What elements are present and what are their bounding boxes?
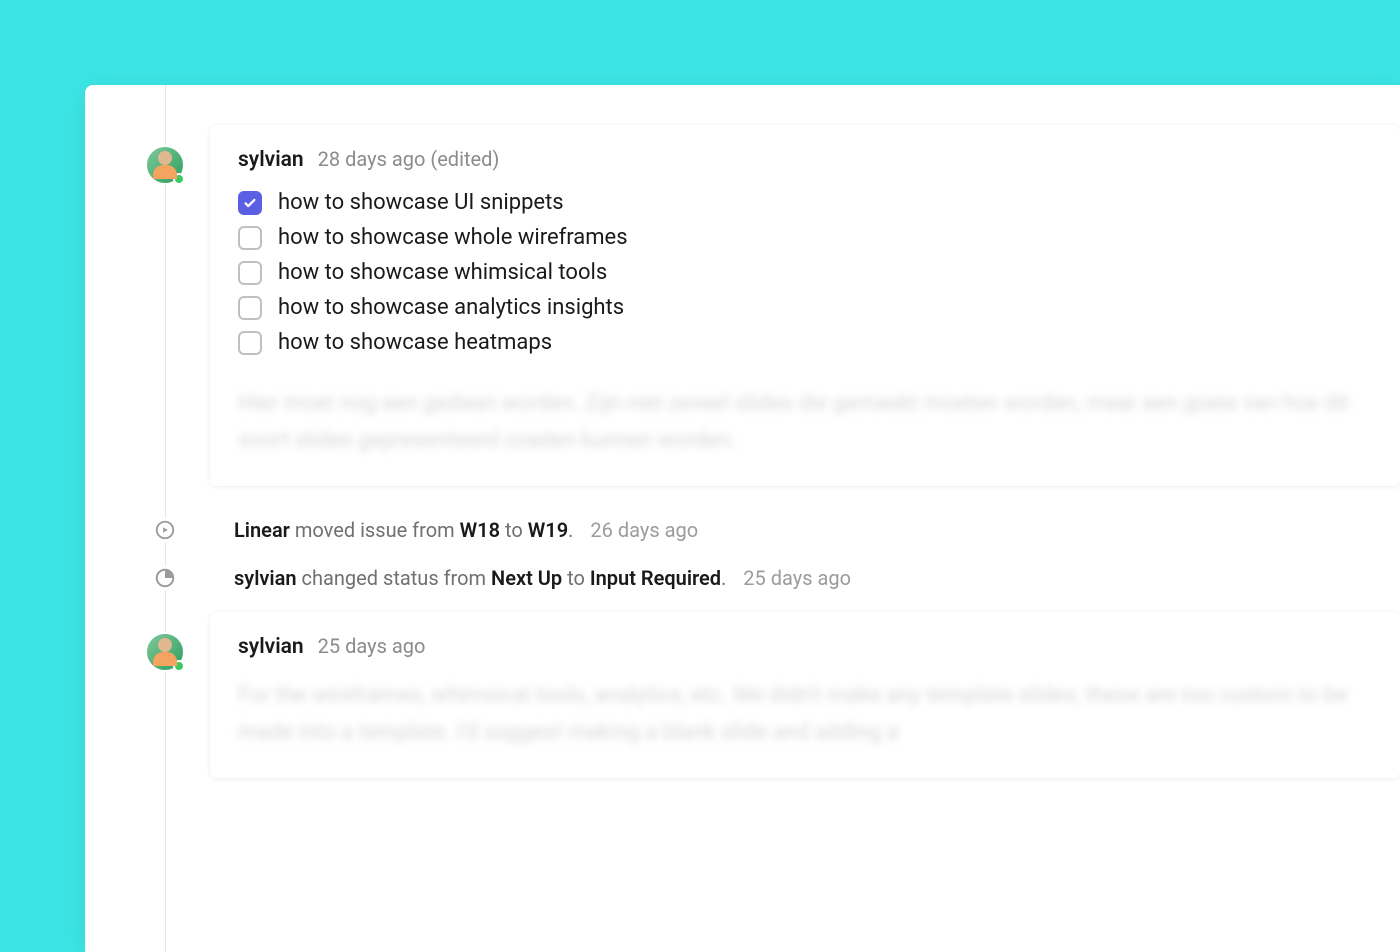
activity-verb: changed status from xyxy=(302,566,487,590)
comment-header: sylvian 25 days ago xyxy=(238,634,1372,659)
avatar[interactable] xyxy=(145,632,185,672)
comment-row: sylvian 28 days ago (edited) how to show… xyxy=(85,125,1400,486)
checkbox[interactable] xyxy=(238,191,262,215)
checklist-label: how to showcase whole wireframes xyxy=(278,225,628,250)
app-window: sylvian 28 days ago (edited) how to show… xyxy=(85,85,1400,952)
comment-row: sylvian 25 days ago For the wireframes, … xyxy=(85,612,1400,778)
checklist-label: how to showcase UI snippets xyxy=(278,190,564,215)
checklist-label: how to showcase heatmaps xyxy=(278,330,552,355)
checklist-item: how to showcase UI snippets xyxy=(238,190,1372,215)
activity-to-prefix: to xyxy=(505,518,523,542)
checklist-label: how to showcase whimsical tools xyxy=(278,260,607,285)
activity-actor[interactable]: sylvian xyxy=(234,566,297,590)
avatar[interactable] xyxy=(145,145,185,185)
comment-header: sylvian 28 days ago (edited) xyxy=(238,147,1372,172)
activity-row: Linear moved issue from W18 to W19. 26 d… xyxy=(153,506,1400,554)
checklist-label: how to showcase analytics insights xyxy=(278,295,624,320)
checklist-item: how to showcase heatmaps xyxy=(238,330,1372,355)
checklist-item: how to showcase whimsical tools xyxy=(238,260,1372,285)
checkbox[interactable] xyxy=(238,261,262,285)
comment-author[interactable]: sylvian xyxy=(238,635,304,659)
activity-text: sylvian changed status from Next Up to I… xyxy=(234,566,851,590)
activity-feed: sylvian 28 days ago (edited) how to show… xyxy=(85,85,1400,778)
checklist: how to showcase UI snippets how to showc… xyxy=(238,190,1372,355)
checkbox[interactable] xyxy=(238,296,262,320)
activity-to: W19 xyxy=(528,518,568,542)
comment-author[interactable]: sylvian xyxy=(238,148,304,172)
activity-from: Next Up xyxy=(491,566,562,590)
cycle-icon xyxy=(153,518,177,542)
comment-timestamp: 28 days ago (edited) xyxy=(318,147,500,171)
checkbox[interactable] xyxy=(238,331,262,355)
comment-card: sylvian 28 days ago (edited) how to show… xyxy=(210,125,1400,486)
activity-to: Input Required xyxy=(590,566,721,590)
comment-body-blurred: For the wireframes, whimsical tools, ana… xyxy=(238,677,1372,752)
activity-text: Linear moved issue from W18 to W19. 26 d… xyxy=(234,518,698,542)
activity-row: sylvian changed status from Next Up to I… xyxy=(153,554,1400,602)
comment-body-blurred: Hier moet nog een gedaan worden. Zijn ni… xyxy=(238,385,1372,460)
checklist-item: how to showcase whole wireframes xyxy=(238,225,1372,250)
activity-actor[interactable]: Linear xyxy=(234,518,290,542)
checklist-item: how to showcase analytics insights xyxy=(238,295,1372,320)
activity-time: 26 days ago xyxy=(590,518,698,542)
status-icon xyxy=(153,566,177,590)
comment-card: sylvian 25 days ago For the wireframes, … xyxy=(210,612,1400,778)
activity-time: 25 days ago xyxy=(743,566,851,590)
activity-verb: moved issue from xyxy=(295,518,455,542)
activity-from: W18 xyxy=(460,518,500,542)
presence-indicator xyxy=(173,173,185,185)
activity-to-prefix: to xyxy=(567,566,585,590)
presence-indicator xyxy=(173,660,185,672)
checkbox[interactable] xyxy=(238,226,262,250)
comment-timestamp: 25 days ago xyxy=(318,634,426,658)
